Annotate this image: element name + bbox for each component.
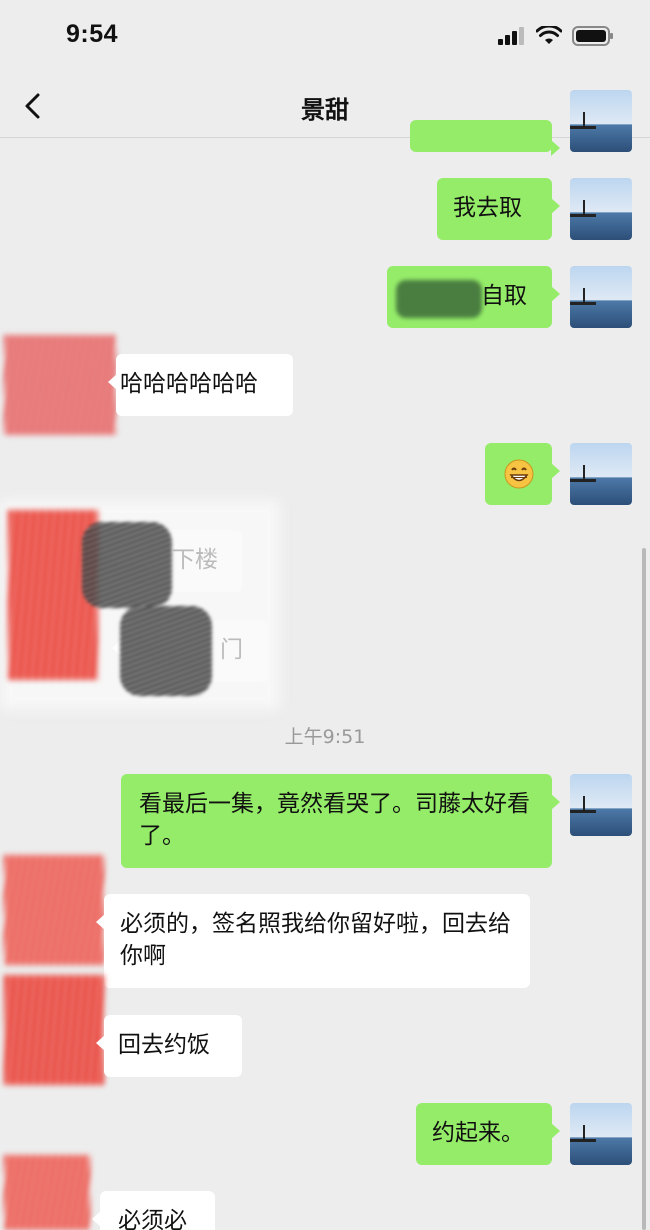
message-bubble[interactable]: 哈哈哈哈哈哈 xyxy=(108,354,293,416)
status-icons xyxy=(498,26,614,46)
status-time: 9:54 xyxy=(66,20,119,48)
message-text: 约起来。 xyxy=(432,1120,524,1146)
my-avatar[interactable] xyxy=(570,443,632,505)
status-bar: 9:54 xyxy=(0,0,650,74)
message-text: 下楼 xyxy=(172,547,218,573)
message-bubble-partial[interactable] xyxy=(410,120,560,156)
my-avatar[interactable] xyxy=(570,178,632,240)
message-text: 自取 xyxy=(481,283,527,309)
chat-title: 景甜 xyxy=(301,96,349,124)
message-timestamp: 上午9:51 xyxy=(284,726,366,748)
my-avatar[interactable] xyxy=(570,90,632,152)
message-text: 看最后一集，竟然看哭了。司藤太好看了。 xyxy=(139,791,530,849)
message-text: 哈哈哈哈哈哈 xyxy=(120,371,258,397)
message-bubble[interactable]: 我去取 xyxy=(437,178,560,240)
message-text: 门 xyxy=(220,637,243,663)
scrollbar[interactable] xyxy=(642,548,646,1230)
my-avatar[interactable] xyxy=(570,774,632,836)
message-bubble[interactable]: 回去约饭 xyxy=(96,1015,242,1077)
message-text: 必须必 xyxy=(118,1208,187,1230)
message-bubble[interactable]: 😁 xyxy=(485,443,560,505)
battery-icon xyxy=(572,26,613,46)
their-avatar-redacted xyxy=(4,1155,90,1230)
my-avatar[interactable] xyxy=(570,1103,632,1165)
message-bubble[interactable]: 看最后一集，竟然看哭了。司藤太好看了。 xyxy=(121,774,560,868)
message-bubble[interactable]: 必须必 xyxy=(92,1191,215,1230)
message-bubble[interactable]: 必须的，签名照我给你留好啦，回去给你啊 xyxy=(96,894,530,988)
their-avatar-redacted xyxy=(4,855,104,965)
message-text: 必须的，签名照我给你留好啦，回去给你啊 xyxy=(120,911,511,969)
their-avatar-redacted xyxy=(4,975,104,1085)
message-text: 回去约饭 xyxy=(118,1032,210,1058)
message-text: 我去取 xyxy=(453,195,522,221)
grin-emoji-icon xyxy=(504,459,533,489)
chat-header: 景甜 xyxy=(0,74,650,138)
redaction-scribble xyxy=(82,522,172,608)
redaction-scribble xyxy=(396,280,482,318)
wifi-icon xyxy=(536,26,562,44)
signal-icon xyxy=(498,27,524,45)
my-avatar[interactable] xyxy=(570,266,632,328)
redaction-scribble xyxy=(120,606,212,696)
their-avatar-redacted xyxy=(4,335,116,435)
message-bubble[interactable]: 约起来。 xyxy=(416,1103,560,1165)
